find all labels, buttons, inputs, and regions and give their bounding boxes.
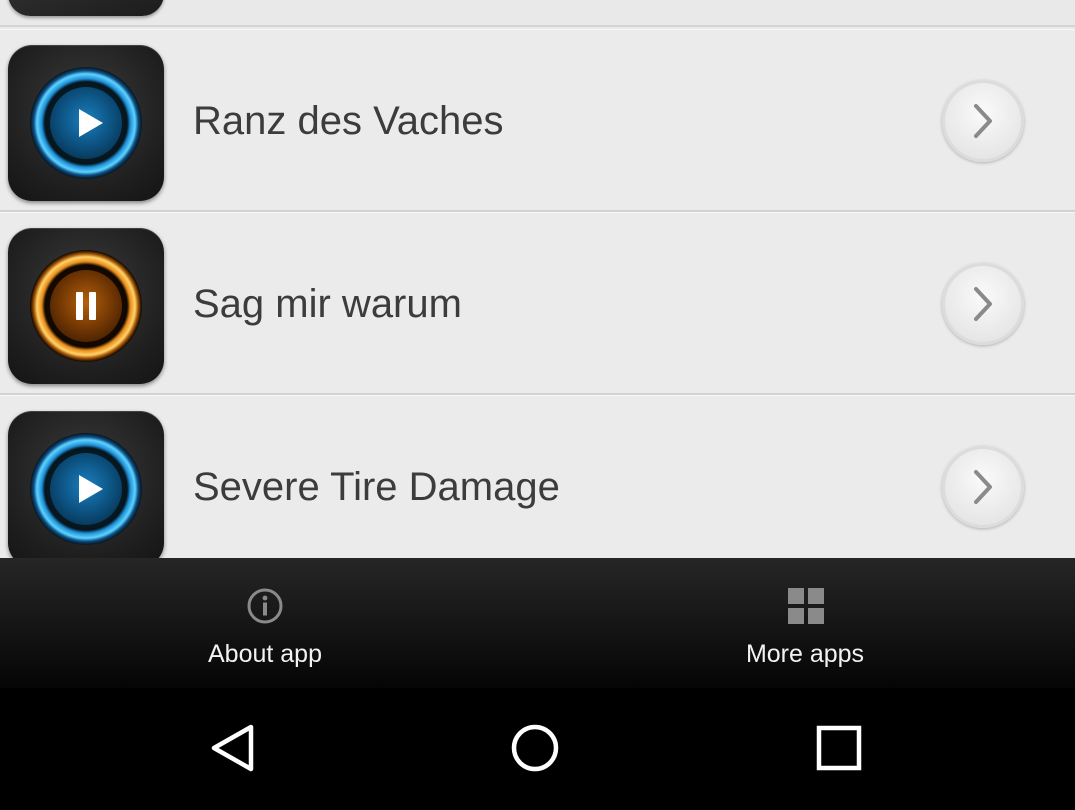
about-app-tab[interactable]: About app xyxy=(0,558,537,688)
info-icon xyxy=(247,588,283,624)
pause-icon xyxy=(74,292,98,320)
chevron-right-icon xyxy=(974,287,992,321)
track-row-3[interactable]: Severe Tire Damage xyxy=(0,395,1075,558)
track-thumbnail[interactable] xyxy=(8,228,164,384)
bottom-tab-bar: About app More apps xyxy=(0,558,1075,688)
grid-icon xyxy=(787,588,824,624)
more-apps-label: More apps xyxy=(745,640,865,668)
more-apps-tab[interactable]: More apps xyxy=(537,558,1074,688)
chevron-right-icon xyxy=(974,104,992,138)
home-button[interactable] xyxy=(505,718,565,778)
chevron-right-button[interactable] xyxy=(942,80,1024,162)
track-thumbnail[interactable] xyxy=(8,411,164,558)
play-icon xyxy=(79,109,103,137)
play-ring xyxy=(30,67,142,179)
play-icon xyxy=(79,475,103,503)
system-nav-bar xyxy=(0,688,1075,810)
list-item-partial[interactable] xyxy=(0,0,1075,27)
back-button[interactable] xyxy=(203,718,263,778)
chevron-right-button[interactable] xyxy=(942,446,1024,528)
chevron-right-icon xyxy=(974,470,992,504)
track-thumbnail[interactable] xyxy=(8,45,164,201)
recents-square-icon xyxy=(816,725,862,771)
track-thumbnail xyxy=(8,0,164,16)
recents-button[interactable] xyxy=(809,718,869,778)
track-row-2[interactable]: Sag mir warum xyxy=(0,212,1075,395)
track-title: Sag mir warum xyxy=(193,282,462,326)
track-title: Severe Tire Damage xyxy=(193,465,560,509)
chevron-right-button[interactable] xyxy=(942,263,1024,345)
play-ring xyxy=(30,433,142,545)
track-title: Ranz des Vaches xyxy=(193,99,504,143)
pause-ring xyxy=(30,250,142,362)
home-circle-icon xyxy=(511,724,559,772)
back-triangle-icon xyxy=(211,724,254,772)
track-list: Ranz des Vaches Sag mir warum Severe Tir… xyxy=(0,0,1075,558)
about-app-label: About app xyxy=(208,640,322,668)
track-row-1[interactable]: Ranz des Vaches xyxy=(0,29,1075,212)
